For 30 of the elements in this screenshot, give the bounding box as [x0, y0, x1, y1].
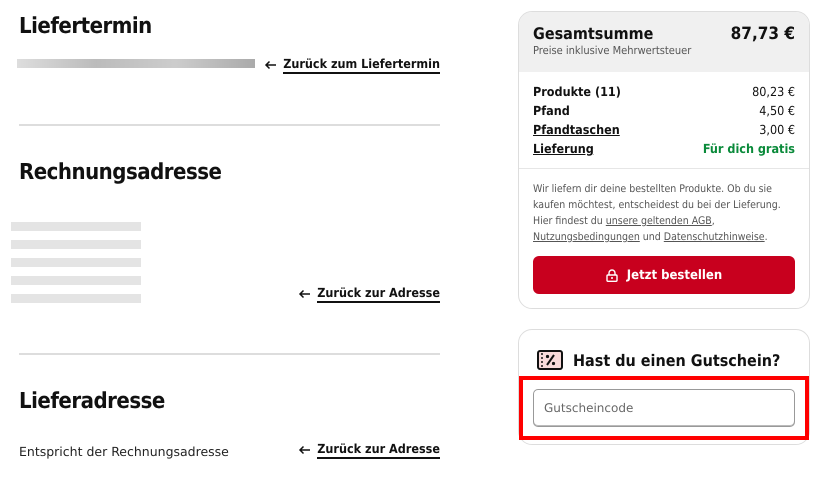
- total-label: Gesamtsumme: [533, 24, 654, 44]
- voucher-code-field[interactable]: Gutscheincode: [533, 389, 795, 427]
- section-heading: Rechnungsadresse: [19, 159, 222, 187]
- lock-icon: [606, 268, 618, 282]
- arrow-left-icon: [298, 445, 312, 455]
- cost-link[interactable]: Lieferung: [533, 141, 594, 157]
- terms-link[interactable]: unsere geltenden AGB: [606, 215, 712, 227]
- cost-value: 3,00 €: [759, 122, 795, 138]
- cost-label: Pfand: [533, 103, 570, 119]
- section-heading: Lieferadresse: [19, 388, 165, 416]
- back-link[interactable]: Zurück zur Adresse: [298, 285, 440, 303]
- section-heading: Liefertermin: [19, 13, 152, 41]
- terms-link[interactable]: Datenschutzhinweise: [664, 231, 765, 243]
- cost-value: 4,50 €: [759, 103, 795, 119]
- tax-note: Preise inklusive Mehrwertsteuer: [533, 44, 692, 57]
- back-link[interactable]: Zurück zur Adresse: [298, 441, 440, 459]
- terms-link[interactable]: Nutzungsbedingungen: [533, 231, 640, 243]
- back-link[interactable]: Zurück zum Liefertermin: [264, 56, 440, 74]
- voucher-icon: [537, 350, 563, 370]
- cost-link[interactable]: Pfandtaschen: [533, 122, 620, 138]
- arrow-left-icon: [298, 289, 312, 299]
- voucher-heading: Hast du einen Gutschein?: [573, 350, 780, 370]
- order-button[interactable]: Jetzt bestellen: [533, 256, 795, 294]
- total-amount: 87,73 €: [730, 24, 795, 44]
- terms-notice: Wir liefern dir deine bestellten Produkte. Ob du sie kaufen möchtest, entscheidest du bei der Lieferung. Hier findest du unsere geltenden AGB, Nutzungsbedingungen und Datenschutzhinweise.: [532, 182, 782, 245]
- cost-label: Produkte (11): [533, 84, 621, 100]
- address-note: Entspricht der Rechnungsadresse: [19, 444, 229, 459]
- arrow-left-icon: [264, 60, 278, 70]
- cost-value: Für dich gratis: [702, 141, 795, 157]
- cost-value: 80,23 €: [752, 84, 795, 100]
